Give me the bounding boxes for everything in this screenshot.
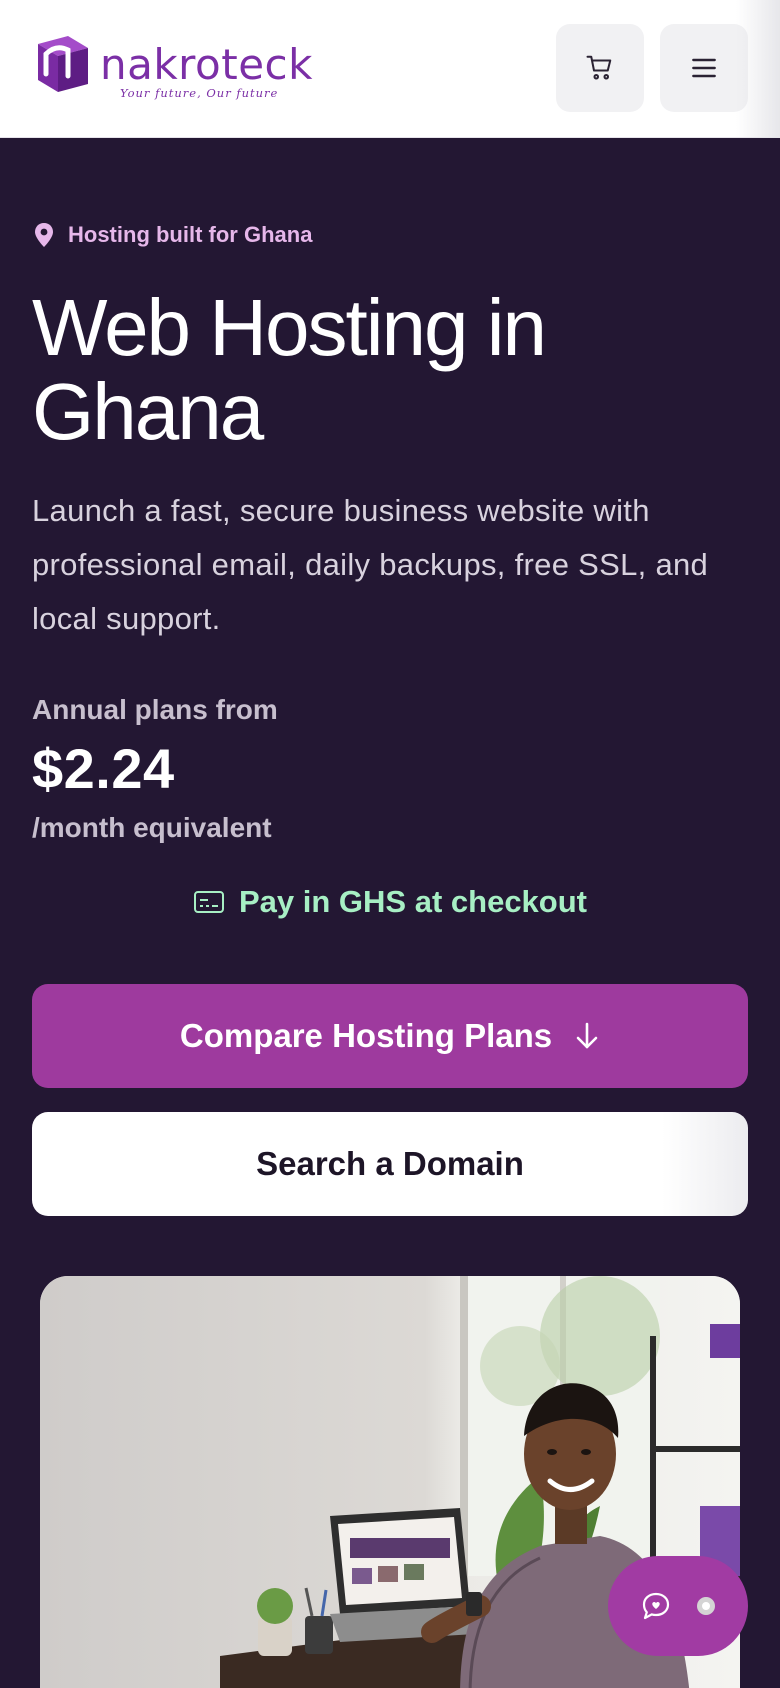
- compare-plans-label: Compare Hosting Plans: [179, 1017, 553, 1054]
- header-edge-fade: [736, 0, 780, 138]
- logo-cube-icon: [38, 36, 88, 92]
- per-month-label: /month equivalent: [32, 812, 272, 843]
- cart-button[interactable]: [556, 24, 644, 112]
- title-line-2: Ghana: [32, 367, 264, 456]
- menu-button[interactable]: [660, 24, 748, 112]
- search-domain-button[interactable]: Search a Domain: [32, 1112, 748, 1216]
- arrow-down-icon: [574, 1021, 600, 1051]
- nakroteck-logo[interactable]: nakroteck Your future, Our future: [34, 34, 312, 100]
- hero-eyebrow: Hosting built for Ghana: [34, 222, 312, 248]
- hamburger-menu-icon: [692, 58, 716, 78]
- logo-tagline: Your future, Our future: [120, 86, 279, 100]
- eyebrow-text: Hosting built for Ghana: [68, 222, 313, 247]
- pay-in-ghs-note: Pay in GHS at checkout: [0, 884, 780, 920]
- title-line-1: Web Hosting in: [32, 283, 547, 372]
- pay-note-text: Pay in GHS at checkout: [239, 884, 587, 919]
- page-title: Web Hosting in Ghana: [32, 286, 732, 454]
- site-header: nakroteck Your future, Our future: [0, 0, 780, 138]
- cart-icon: [586, 55, 612, 80]
- hero-lead: Launch a fast, secure business website w…: [32, 493, 709, 636]
- status-dot-icon: [697, 1597, 715, 1615]
- chat-widget-button[interactable]: [608, 1556, 748, 1656]
- credit-card-icon: [194, 891, 224, 913]
- starting-price: $2.24: [32, 737, 175, 800]
- annual-plans-label: Annual plans from: [32, 694, 278, 725]
- map-pin-icon: [35, 223, 53, 247]
- compare-hosting-plans-button[interactable]: Compare Hosting Plans: [32, 984, 748, 1088]
- logo-wordmark: nakroteck: [100, 40, 313, 89]
- chat-bubble-icon: [642, 1592, 670, 1620]
